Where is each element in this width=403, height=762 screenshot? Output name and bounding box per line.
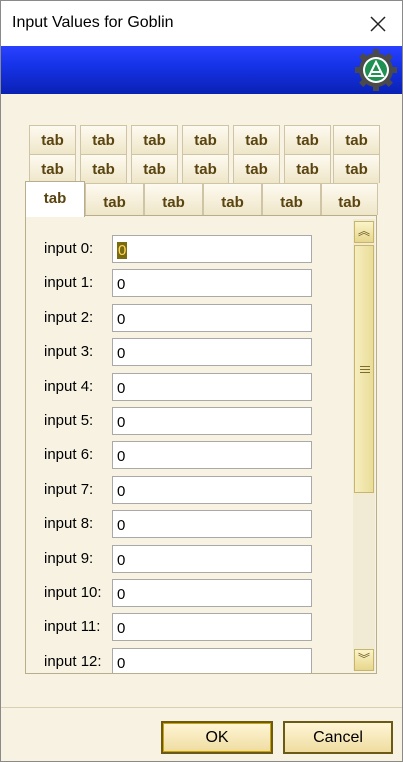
input-value: 0 [117, 448, 126, 466]
tab-row2-2[interactable]: tab [131, 154, 178, 183]
input-value: 0 [117, 482, 126, 500]
scrollbar-thumb[interactable] [354, 245, 374, 493]
input-field-3[interactable]: 0 [112, 338, 312, 367]
gear-logo-icon [354, 48, 398, 92]
tab-row1-6[interactable]: tab [333, 125, 380, 154]
input-value: 0 [117, 414, 126, 431]
input-label: input 5: [44, 412, 94, 429]
tab-row1-2[interactable]: tab [131, 125, 178, 154]
input-row: input 5: 0 [26, 407, 326, 437]
input-row: input 10: 0 [26, 579, 326, 609]
input-value: 0 [117, 379, 126, 397]
tab-row2-0[interactable]: tab [29, 154, 76, 183]
input-value: 0 [117, 276, 126, 294]
input-field-5[interactable]: 0 [112, 407, 312, 435]
tab-row1-0[interactable]: tab [29, 125, 76, 154]
tab-row3-3[interactable]: tab [203, 183, 262, 215]
input-field-8[interactable]: 0 [112, 510, 312, 539]
input-values-dialog: Input Values for Goblin tab tab tab tab … [0, 0, 403, 762]
tab-row1-3[interactable]: tab [182, 125, 229, 154]
ok-button[interactable]: OK [161, 721, 273, 754]
tab-row3-2[interactable]: tab [144, 183, 203, 215]
input-value: 0 [117, 586, 126, 603]
input-row: input 3: 0 [26, 338, 326, 368]
scroll-up-icon[interactable]: ︽ [354, 221, 374, 243]
input-row: input 8: 0 [26, 510, 326, 540]
input-row: input 0: 0 [26, 235, 326, 265]
input-field-10[interactable]: 0 [112, 579, 312, 607]
input-label: input 4: [44, 377, 94, 395]
input-value: 0 [117, 654, 126, 672]
input-label: input 8: [44, 515, 94, 533]
inputs-panel: input 0: 0 input 1: 0 input 2: 0 input 3: 0 inpu… [25, 215, 377, 674]
input-value: 0 [117, 310, 126, 328]
tab-row2-1[interactable]: tab [80, 154, 127, 183]
input-label: input 6: [44, 446, 94, 464]
window-title: Input Values for Goblin [12, 14, 174, 31]
input-row: input 1: 0 [26, 269, 326, 299]
input-label: input 3: [44, 343, 94, 361]
footer-divider [1, 707, 402, 708]
scroll-down-icon[interactable]: ︾ [354, 649, 374, 671]
input-row: input 12: 0 [26, 647, 326, 673]
input-value: 0 [117, 345, 126, 363]
tab-row3-5[interactable]: tab [321, 183, 378, 215]
tab-row3-1[interactable]: tab [85, 183, 144, 215]
input-value: 0 [117, 517, 126, 535]
tab-row2-4[interactable]: tab [233, 154, 280, 183]
input-label: input 2: [44, 308, 94, 326]
input-row: input 4: 0 [26, 372, 326, 403]
input-value: 0 [117, 242, 128, 259]
input-label: input 10: [44, 584, 102, 601]
input-label: input 7: [44, 480, 94, 498]
input-field-9[interactable]: 0 [112, 544, 312, 573]
input-row: input 9: 0 [26, 544, 326, 575]
input-row: input 7: 0 [26, 475, 326, 506]
tab-row1-5[interactable]: tab [284, 125, 331, 154]
tab-row2-3[interactable]: tab [182, 154, 229, 183]
input-field-7[interactable]: 0 [112, 475, 312, 504]
tab-row1-4[interactable]: tab [233, 125, 280, 154]
header-banner [1, 46, 402, 94]
input-field-0[interactable]: 0 [112, 235, 312, 263]
input-value: 0 [117, 620, 126, 638]
input-field-1[interactable]: 0 [112, 269, 312, 298]
input-field-12[interactable]: 0 [112, 647, 312, 673]
input-row: input 6: 0 [26, 441, 326, 471]
tab-row1-1[interactable]: tab [80, 125, 127, 154]
input-field-6[interactable]: 0 [112, 441, 312, 470]
tab-row3-4[interactable]: tab [262, 183, 321, 215]
input-row: input 11: 0 [26, 613, 326, 643]
tab-row3-0[interactable]: tab [25, 181, 85, 217]
input-field-4[interactable]: 0 [112, 372, 312, 401]
tab-row2-6[interactable]: tab [333, 154, 380, 183]
input-field-2[interactable]: 0 [112, 303, 312, 332]
input-value: 0 [117, 551, 126, 569]
input-field-11[interactable]: 0 [112, 613, 312, 642]
title-bar: Input Values for Goblin [1, 1, 402, 46]
input-label: input 12: [44, 652, 102, 670]
vertical-scrollbar[interactable]: ︽ ︾ [353, 219, 375, 671]
input-label: input 0: [44, 240, 94, 257]
close-icon[interactable] [364, 10, 392, 38]
input-label: input 11: [44, 618, 101, 636]
input-label: input 9: [44, 549, 94, 567]
cancel-button[interactable]: Cancel [283, 721, 393, 754]
input-label: input 1: [44, 274, 94, 292]
input-row: input 2: 0 [26, 303, 326, 334]
tab-row2-5[interactable]: tab [284, 154, 331, 183]
